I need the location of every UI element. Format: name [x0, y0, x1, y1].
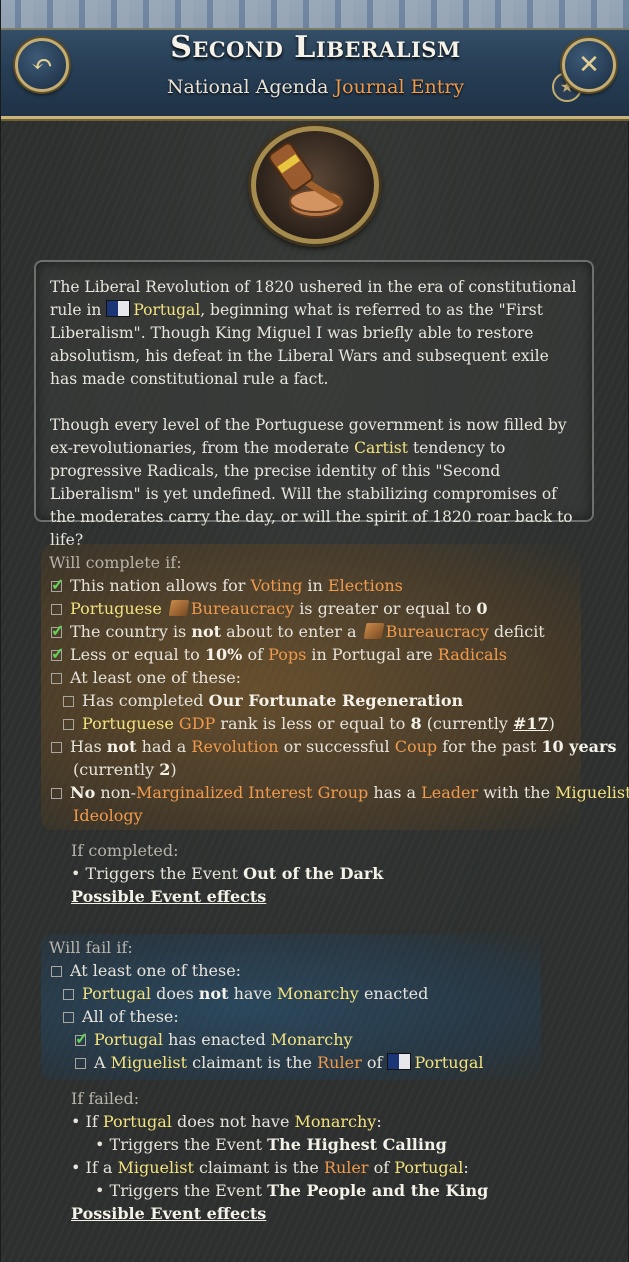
possible-event-effects-label[interactable]: Possible Event effects [71, 1204, 266, 1223]
condition-row: Portuguese Bureaucracy is greater or equ… [51, 597, 488, 620]
condition-row: This nation allows for Voting in Electio… [51, 573, 403, 597]
subtitle-category: National Agenda [166, 76, 329, 98]
concept-link-revolution[interactable]: Revolution [191, 737, 278, 756]
fail-condition-subsubrow: A Miguelist claimant is the Ruler of Por… [75, 1051, 484, 1074]
country-link-portugal[interactable]: Portugal [94, 1030, 163, 1049]
gavel-icon [268, 142, 344, 218]
checkbox-empty-icon [63, 719, 74, 730]
gdp-rank-link[interactable]: #17 [513, 714, 549, 733]
condition-subrow: Has completed Our Fortunate Regeneration [63, 689, 463, 712]
event-link-the-highest-calling[interactable]: The Highest Calling [267, 1135, 447, 1154]
bureaucracy-icon [168, 600, 190, 616]
bureaucracy-icon [363, 623, 384, 639]
description-paragraph-1: The Liberal Revolution of 1820 ushered i… [50, 276, 578, 391]
concept-link-ideology[interactable]: Ideology [73, 806, 143, 825]
concept-link-bureaucracy[interactable]: Bureaucracy [386, 622, 489, 641]
condition-row: The country is not about to enter a Bure… [51, 619, 545, 643]
concept-link-monarchy[interactable]: Monarchy [277, 984, 359, 1003]
if-failed-heading: If failed: [71, 1089, 140, 1108]
condition-subrow: Portuguese GDP rank is less or equal to … [63, 712, 555, 735]
journal-entry-subtitle: National Agenda Journal Entry [1, 76, 629, 98]
concept-link-ruler[interactable]: Ruler [324, 1158, 369, 1177]
fail-effect: • If Portugal does not have Monarchy: [71, 1112, 382, 1131]
event-link-the-people-and-the-king[interactable]: The People and the King [267, 1181, 488, 1200]
checkbox-empty-icon [63, 696, 74, 707]
concept-link-portuguese[interactable]: Portuguese [82, 714, 174, 733]
possible-event-effects-link[interactable]: Possible Event effects [71, 885, 266, 908]
if-completed-heading: If completed: [71, 841, 179, 860]
concept-link-pops[interactable]: Pops [268, 645, 306, 664]
concept-link-miguelist[interactable]: Miguelist [117, 1158, 193, 1177]
concept-link-coup[interactable]: Coup [395, 737, 437, 756]
description-paragraph-2: Though every level of the Portuguese gov… [50, 414, 578, 552]
checkbox-empty-icon [63, 989, 74, 1000]
condition-row-continuation: (currently 2) [73, 760, 177, 779]
subtitle-journal-entry-link[interactable]: Journal Entry [335, 76, 465, 98]
journal-entry-title: Second Liberalism [170, 30, 461, 65]
checkbox-checked-icon [51, 619, 64, 642]
concept-link-elections[interactable]: Elections [328, 576, 403, 595]
concept-link-leader[interactable]: Leader [421, 783, 478, 802]
journal-entry-panel: ↶ Second Liberalism National Agenda Jour… [0, 0, 629, 1262]
checkbox-empty-icon [75, 1058, 86, 1069]
portugal-flag-icon [106, 300, 131, 317]
concept-link-bureaucracy[interactable]: Bureaucracy [191, 599, 294, 618]
complete-heading: Will complete if: [49, 553, 182, 572]
concept-link-voting[interactable]: Voting [251, 576, 303, 595]
checkbox-empty-icon [51, 604, 62, 615]
concept-link-portuguese[interactable]: Portuguese [70, 599, 162, 618]
fail-effect-event: • Triggers the Event The Highest Calling [95, 1135, 447, 1154]
checkbox-empty-icon [51, 788, 62, 799]
event-link-out-of-the-dark[interactable]: Out of the Dark [243, 864, 383, 883]
gavel-emblem [251, 126, 379, 244]
fail-effect: • If a Miguelist claimant is the Ruler o… [71, 1158, 469, 1177]
concept-link-monarchy[interactable]: Monarchy [271, 1030, 353, 1049]
checkbox-checked-icon [51, 642, 64, 665]
checkbox-empty-icon [51, 742, 62, 753]
journal-link-our-fortunate-regeneration[interactable]: Our Fortunate Regeneration [209, 691, 464, 710]
fail-condition-subrow: All of these: [63, 1005, 179, 1028]
checkbox-checked-icon [51, 573, 64, 596]
condition-row: No non-Marginalized Interest Group has a… [51, 781, 629, 804]
fail-condition-subrow: Portugal does not have Monarchy enacted [63, 982, 428, 1005]
possible-event-effects-label[interactable]: Possible Event effects [71, 887, 266, 906]
completion-effect: • Triggers the Event Out of the Dark [71, 864, 384, 883]
close-button[interactable]: ✕ [562, 38, 616, 92]
description-box: The Liberal Revolution of 1820 ushered i… [34, 260, 594, 549]
checkbox-checked-icon [75, 1027, 88, 1050]
condition-row-continuation: Ideology [73, 804, 143, 827]
concept-link-cartist[interactable]: Cartist [354, 439, 408, 457]
country-link-portugal[interactable]: Portugal [394, 1158, 463, 1177]
country-link-portugal[interactable]: Portugal [133, 301, 200, 319]
concept-link-radicals[interactable]: Radicals [438, 645, 507, 664]
fail-effect-event: • Triggers the Event The People and the … [95, 1181, 489, 1200]
portugal-flag-icon [387, 1053, 412, 1070]
condition-row: Has not had a Revolution or successful C… [51, 735, 616, 758]
concept-link-marginalized-interest-group[interactable]: Marginalized Interest Group [136, 783, 368, 802]
concept-link-ruler[interactable]: Ruler [317, 1053, 362, 1072]
condition-row: Less or equal to 10% of Pops in Portugal… [51, 642, 507, 666]
country-link-portugal[interactable]: Portugal [103, 1112, 172, 1131]
concept-link-miguelist[interactable]: Miguelist [111, 1053, 187, 1072]
country-link-portugal[interactable]: Portugal [414, 1053, 483, 1072]
fail-condition-subsubrow: Portugal has enacted Monarchy [75, 1027, 353, 1051]
fail-heading: Will fail if: [49, 938, 133, 957]
country-link-portugal[interactable]: Portugal [82, 984, 151, 1003]
panel-header: ↶ Second Liberalism National Agenda Jour… [1, 0, 629, 119]
possible-event-effects-link[interactable]: Possible Event effects [71, 1202, 266, 1225]
condition-row: At least one of these: [51, 666, 241, 689]
fail-condition-row: At least one of these: [51, 959, 241, 982]
concept-link-miguelist[interactable]: Miguelist [555, 783, 629, 802]
checkbox-empty-icon [51, 673, 62, 684]
concept-link-monarchy[interactable]: Monarchy [295, 1112, 377, 1131]
concept-link-gdp[interactable]: GDP [179, 714, 215, 733]
checkbox-empty-icon [63, 1012, 74, 1023]
close-x-icon: ✕ [578, 50, 600, 80]
checkbox-empty-icon [51, 966, 62, 977]
